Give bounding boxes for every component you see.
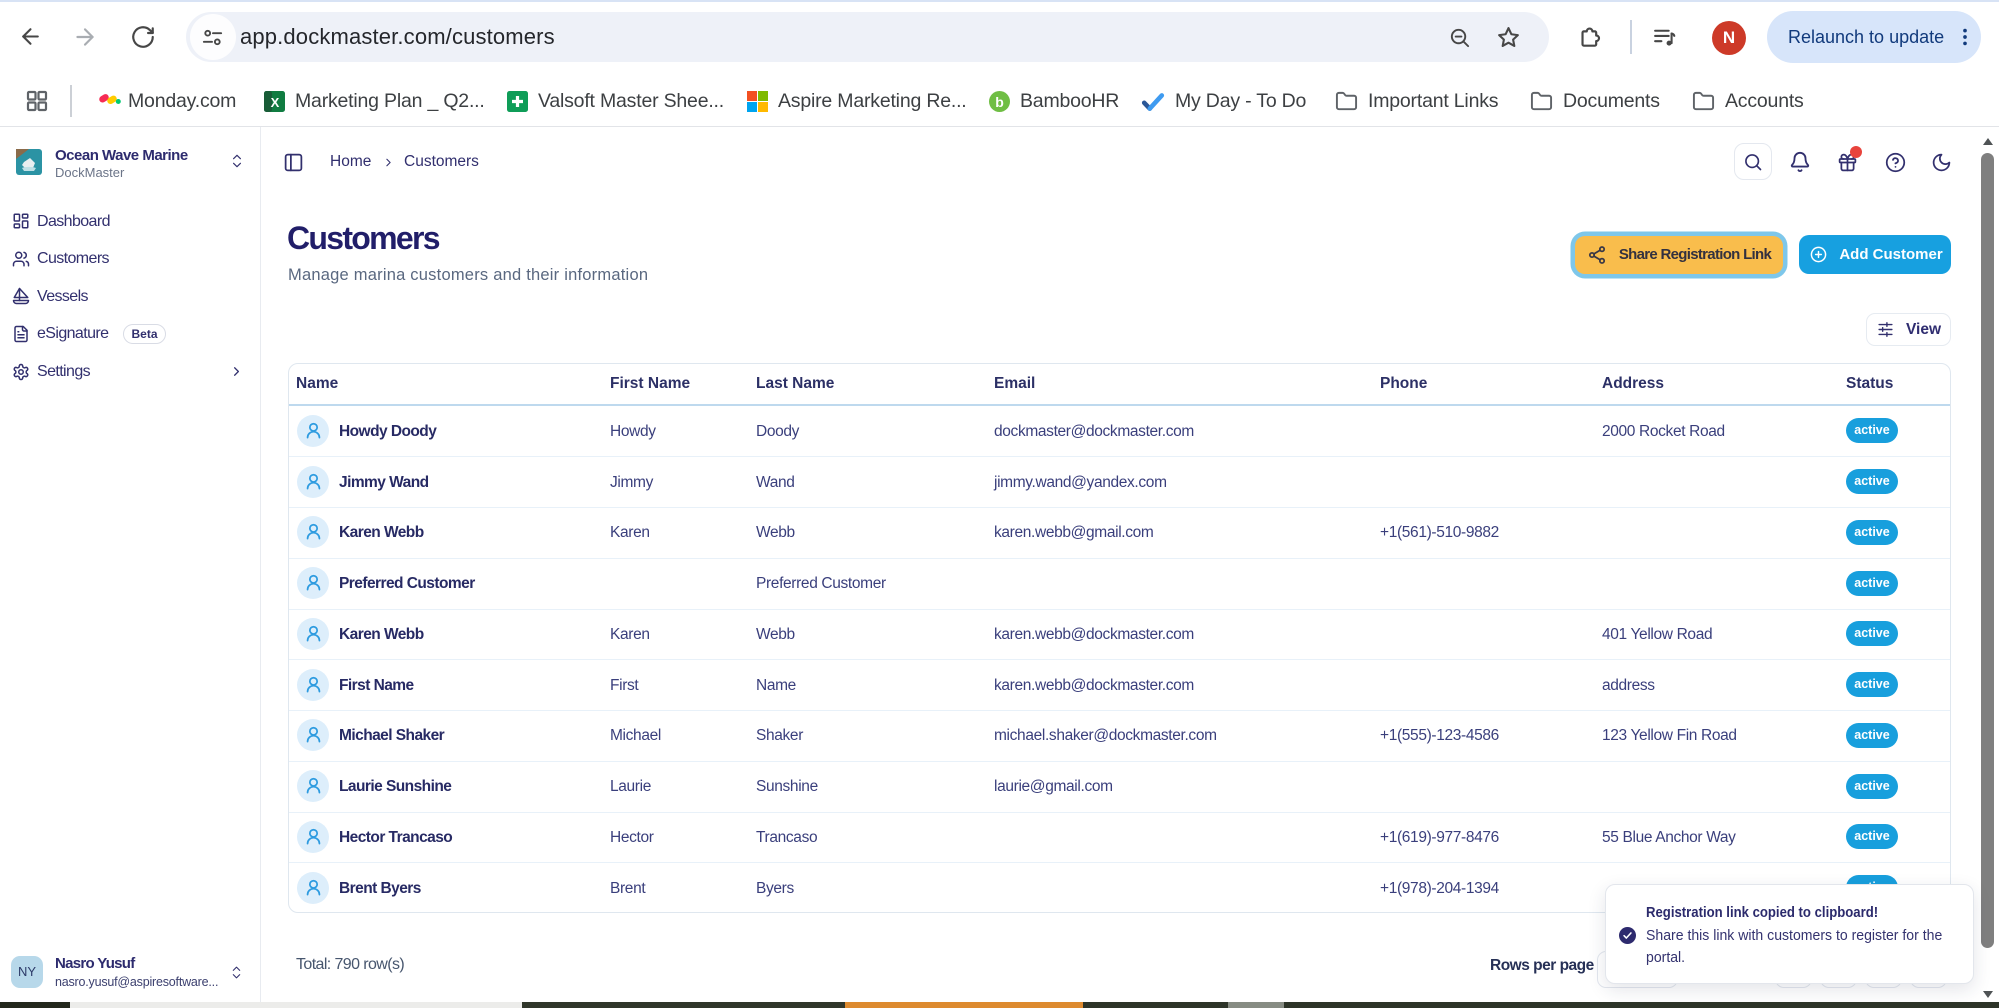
svg-text:X: X [271, 95, 280, 110]
svg-text:b: b [995, 94, 1004, 110]
